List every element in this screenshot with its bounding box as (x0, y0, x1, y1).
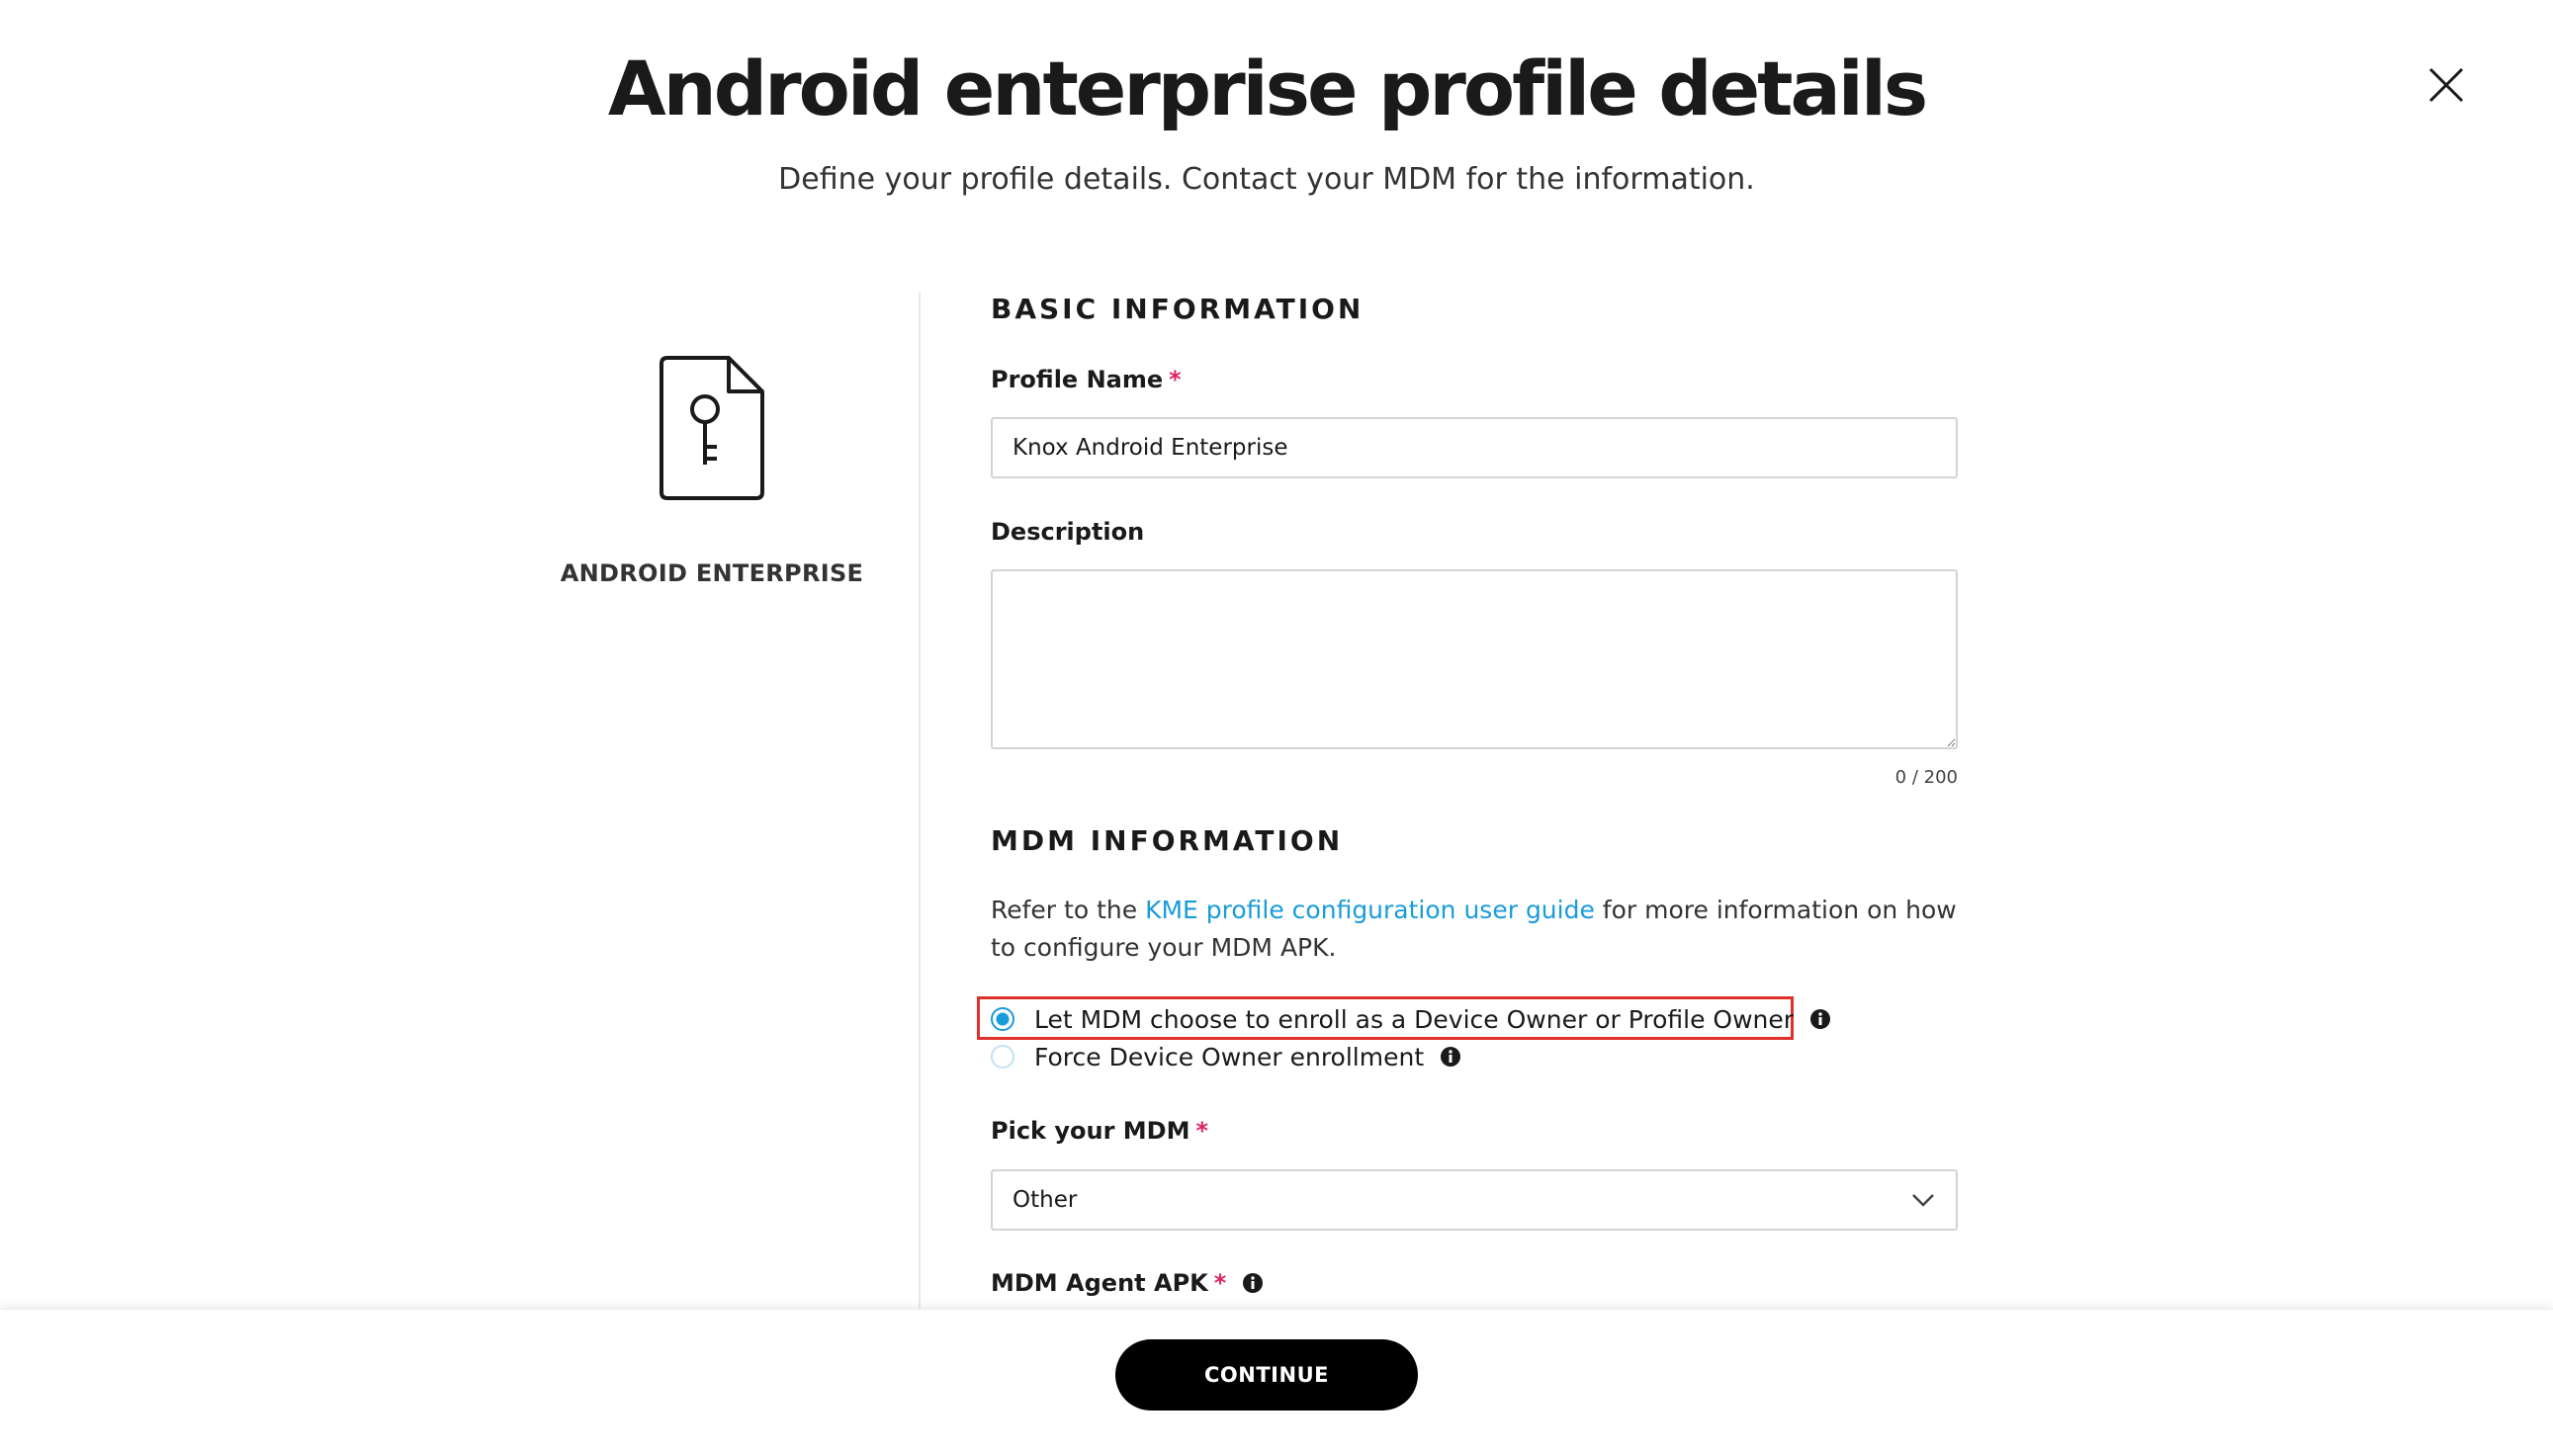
radio-force-device-owner[interactable]: Force Device Owner enrollment (991, 1038, 1461, 1075)
profile-type-panel: ANDROID ENTERPRISE (534, 297, 890, 587)
radio-let-mdm-choose[interactable]: Let MDM choose to enroll as a Device Own… (991, 1000, 1831, 1038)
continue-button[interactable]: CONTINUE (1115, 1339, 1418, 1411)
info-icon[interactable] (1809, 1008, 1831, 1030)
footer-bar: CONTINUE (0, 1309, 2553, 1456)
pick-mdm-label: Pick your MDM * (991, 1117, 1209, 1145)
profile-name-input[interactable] (991, 417, 1958, 478)
basic-information-title: BASIC INFORMATION (991, 293, 1365, 325)
description-char-counter: 0 / 200 (1894, 767, 1958, 788)
document-key-icon (660, 356, 764, 500)
info-icon[interactable] (1242, 1272, 1264, 1294)
required-marker: * (1169, 366, 1182, 393)
close-icon (2428, 67, 2464, 103)
required-marker: * (1213, 1269, 1227, 1297)
close-button[interactable] (2422, 61, 2470, 109)
kme-guide-link[interactable]: KME profile configuration user guide (1145, 896, 1595, 924)
column-divider (919, 293, 921, 1311)
profile-type-label: ANDROID ENTERPRISE (560, 559, 864, 587)
pick-mdm-select[interactable]: Other (991, 1169, 1958, 1231)
radio-selected-indicator[interactable] (991, 1007, 1014, 1031)
profile-name-label: Profile Name * (991, 366, 1182, 393)
mdm-info-text: Refer to the KME profile configuration u… (991, 896, 1957, 962)
radio-unselected-indicator[interactable] (991, 1045, 1014, 1069)
required-marker: * (1195, 1117, 1209, 1145)
chevron-down-icon (1912, 1194, 1934, 1207)
mdm-information-title: MDM INFORMATION (991, 824, 1344, 857)
mdm-agent-apk-label: MDM Agent APK * (991, 1269, 1264, 1297)
pick-mdm-selected-value: Other (1012, 1187, 1078, 1213)
page-title: Android enterprise profile details (607, 44, 1928, 132)
page-subtitle: Define your profile details. Contact you… (778, 162, 1755, 197)
description-label: Description (991, 518, 1145, 546)
description-textarea[interactable] (991, 569, 1958, 749)
info-icon[interactable] (1440, 1046, 1461, 1068)
